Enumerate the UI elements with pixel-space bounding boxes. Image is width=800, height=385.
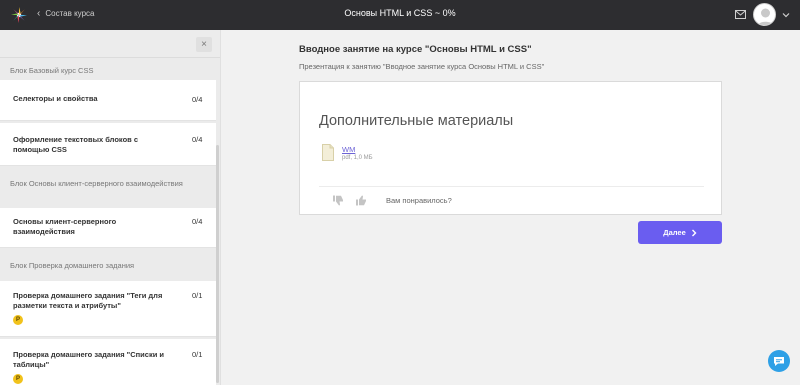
block-title: Блок Основы клиент-серверного взаимодейс… — [10, 179, 183, 188]
materials-card: Дополнительные материалы WM pdf, 1,0 МБ … — [299, 81, 722, 215]
lesson-name: Основы клиент-серверного взаимодействия — [13, 217, 117, 236]
next-button[interactable]: Далее — [638, 221, 722, 244]
lesson-item[interactable]: Основы клиент-серверного взаимодействия … — [0, 208, 216, 248]
divider — [319, 186, 704, 187]
lesson-title: Вводное занятие на курсе "Основы HTML и … — [299, 44, 532, 55]
sidebar-scrollbar[interactable] — [216, 145, 219, 383]
course-title: Основы HTML и CSS ~ 0% — [344, 8, 456, 18]
feedback-question: Вам понравилось? — [386, 196, 452, 205]
lesson-progress: 0/1 — [192, 350, 203, 359]
thumbs-down-icon[interactable] — [332, 195, 344, 206]
lesson-subtitle: Презентация к занятию "Вводное занятие к… — [299, 62, 545, 71]
top-bar: ‹ Состав курса Основы HTML и CSS ~ 0% — [0, 0, 800, 30]
paid-badge-icon: Р — [13, 374, 23, 384]
mail-icon[interactable] — [735, 10, 746, 19]
paid-badge-icon: Р — [13, 315, 23, 325]
chevron-down-icon[interactable] — [781, 10, 791, 20]
sidebar-header: × — [0, 30, 220, 58]
lesson-name: Селекторы и свойства — [13, 94, 98, 103]
next-button-label: Далее — [663, 228, 686, 237]
lesson-item[interactable]: Проверка домашнего задания "Списки и таб… — [0, 339, 216, 385]
lesson-name: Оформление текстовых блоков с помощью CS… — [13, 135, 139, 154]
lesson-name: Проверка домашнего задания "Теги для раз… — [13, 291, 163, 310]
lesson-item[interactable]: Селекторы и свойства 0/4 — [0, 80, 216, 121]
materials-heading: Дополнительные материалы — [319, 113, 514, 129]
lesson-progress: 0/4 — [192, 95, 203, 104]
lesson-item[interactable]: Оформление текстовых блоков с помощью CS… — [0, 123, 216, 166]
block-title: Блок Базовый курс CSS — [10, 66, 94, 75]
chat-icon — [774, 357, 784, 366]
file-link[interactable]: WM — [342, 145, 355, 154]
chevron-right-icon — [691, 229, 697, 236]
close-icon: × — [201, 39, 207, 50]
thumbs-up-icon[interactable] — [355, 195, 367, 206]
lesson-progress: 0/4 — [192, 135, 203, 144]
course-sidebar: × Блок Базовый курс CSS Селекторы и свой… — [0, 30, 221, 385]
file-icon — [322, 144, 334, 161]
close-sidebar-button[interactable]: × — [196, 37, 212, 52]
chat-button[interactable] — [768, 350, 790, 372]
lesson-name: Проверка домашнего задания "Списки и таб… — [13, 350, 165, 369]
block-title: Блок Проверка домашнего задания — [10, 261, 135, 270]
lesson-progress: 0/1 — [192, 291, 203, 300]
file-meta: pdf, 1,0 МБ — [342, 155, 373, 161]
lesson-item[interactable]: Проверка домашнего задания "Теги для раз… — [0, 281, 216, 337]
avatar[interactable] — [753, 3, 776, 26]
lesson-progress: 0/4 — [192, 217, 203, 226]
